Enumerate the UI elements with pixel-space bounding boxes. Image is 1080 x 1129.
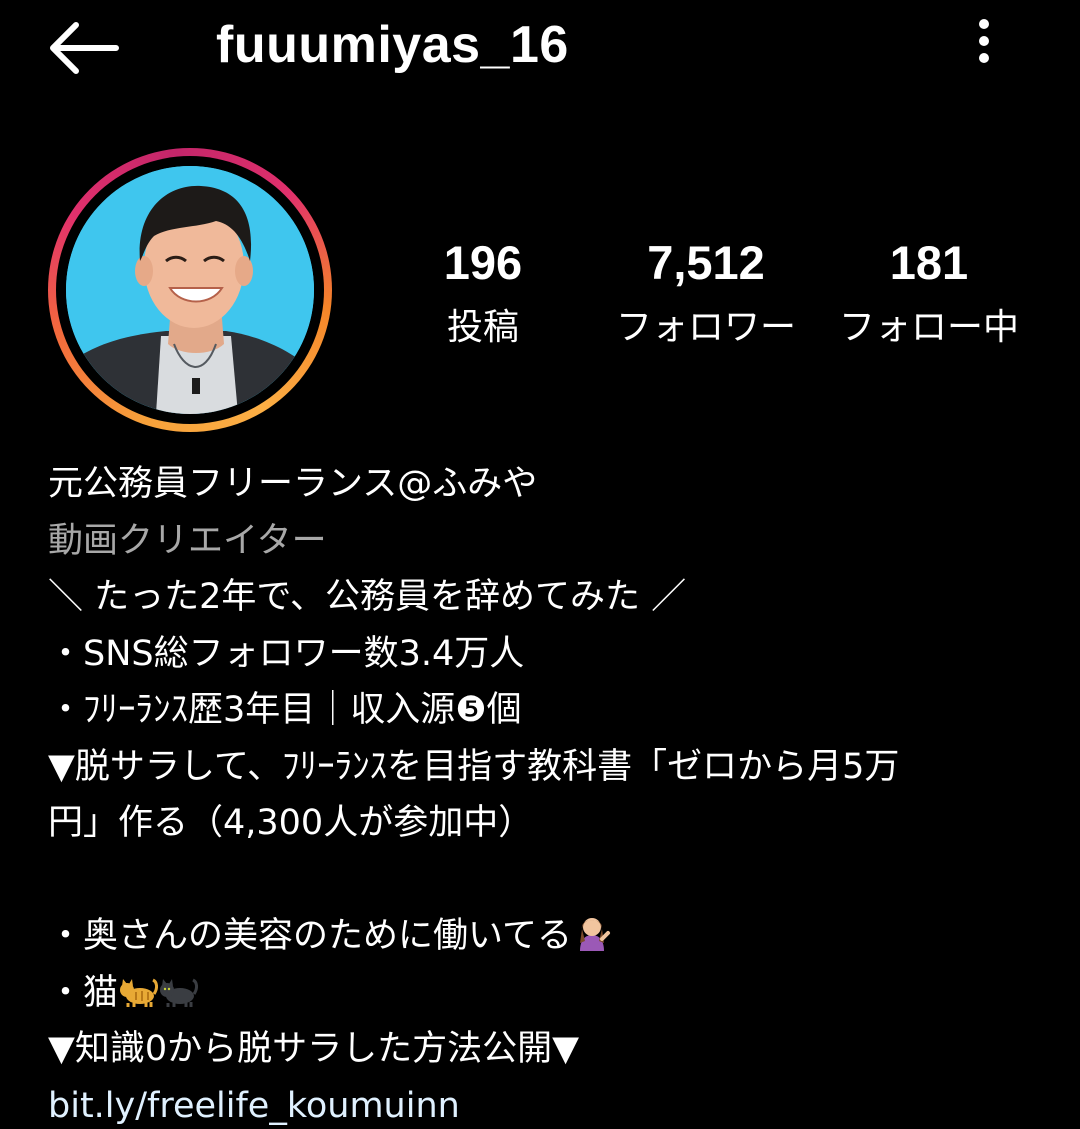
- bio-line-text: ・奥さんの美容のために働いてる: [48, 916, 572, 956]
- following-count-label: フォロー中: [838, 307, 1019, 348]
- avatar: [66, 166, 314, 414]
- top-bar: fuuumiyas_16: [0, 0, 1080, 100]
- back-button[interactable]: [46, 18, 122, 78]
- bio-line: ＼ たった2年で、公務員を辞めてみた ／: [48, 577, 687, 617]
- display-name: 元公務員フリーランス@ふみや: [48, 464, 538, 504]
- profile-photo: [66, 166, 314, 414]
- following-count-value: 181: [889, 236, 969, 289]
- bio-link[interactable]: bit.ly/freelife_koumuinn: [48, 1078, 1048, 1129]
- back-arrow-icon: [50, 22, 119, 74]
- posts-count-value: 196: [443, 236, 523, 289]
- following-count[interactable]: 181 フォロー中: [826, 232, 1032, 358]
- more-options-button[interactable]: [966, 14, 1006, 70]
- black-cat-icon: [160, 978, 199, 1007]
- woman-tipping-hand-icon: [579, 918, 610, 951]
- bio-line: ・奥さんの美容のために働いてる: [48, 908, 1048, 965]
- profile-bio: 元公務員フリーランス@ふみや 動画クリエイター ＼ たった2年で、公務員を辞めて…: [48, 456, 1048, 1129]
- followers-count-label: フォロワー: [615, 307, 796, 348]
- profile-page: fuuumiyas_16 196 投稿 7,512 フォロワー 181 フォロー…: [0, 0, 1080, 1129]
- bio-line: ▼知識0から脱サラした方法公開▼: [48, 1029, 580, 1069]
- bio-line: ・ﾌﾘｰﾗﾝｽ歴3年目｜収入源❺個: [48, 690, 522, 730]
- category-label: 動画クリエイター: [48, 520, 327, 561]
- followers-count[interactable]: 7,512 フォロワー: [596, 232, 816, 358]
- profile-username: fuuumiyas_16: [216, 16, 569, 74]
- more-vertical-icon: [979, 19, 989, 63]
- posts-count[interactable]: 196 投稿: [418, 232, 548, 358]
- followers-count-value: 7,512: [647, 236, 765, 289]
- posts-count-label: 投稿: [446, 307, 519, 348]
- story-ring[interactable]: [48, 148, 332, 432]
- bio-blank-line: [48, 852, 1048, 909]
- cat-icon: [120, 978, 159, 1007]
- bio-line: ・SNS総フォロワー数3.4万人: [48, 633, 525, 674]
- bio-line: ▼脱サラして、ﾌﾘｰﾗﾝｽを目指す教科書「ゼロから月5万: [48, 746, 900, 787]
- bio-line: 円」作る（4,300人が参加中）: [48, 803, 534, 843]
- bio-line: ・猫: [48, 965, 1048, 1022]
- bio-line-text: ・猫: [48, 972, 119, 1013]
